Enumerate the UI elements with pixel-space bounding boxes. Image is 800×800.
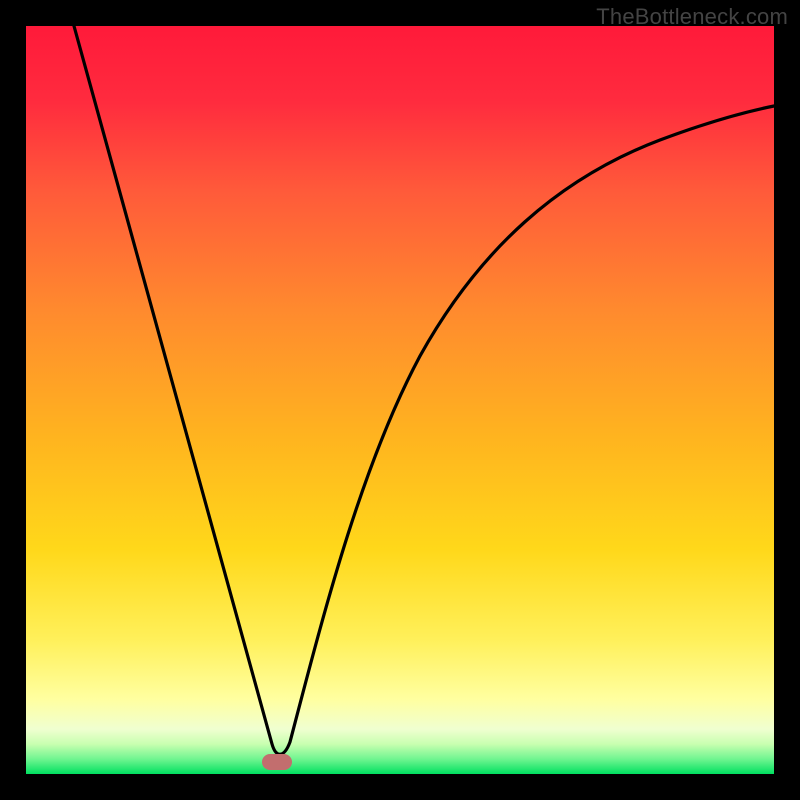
watermark-text: TheBottleneck.com: [596, 4, 788, 30]
valley-marker: [262, 754, 292, 770]
chart-svg: [0, 0, 800, 800]
chart-frame: TheBottleneck.com: [0, 0, 800, 800]
